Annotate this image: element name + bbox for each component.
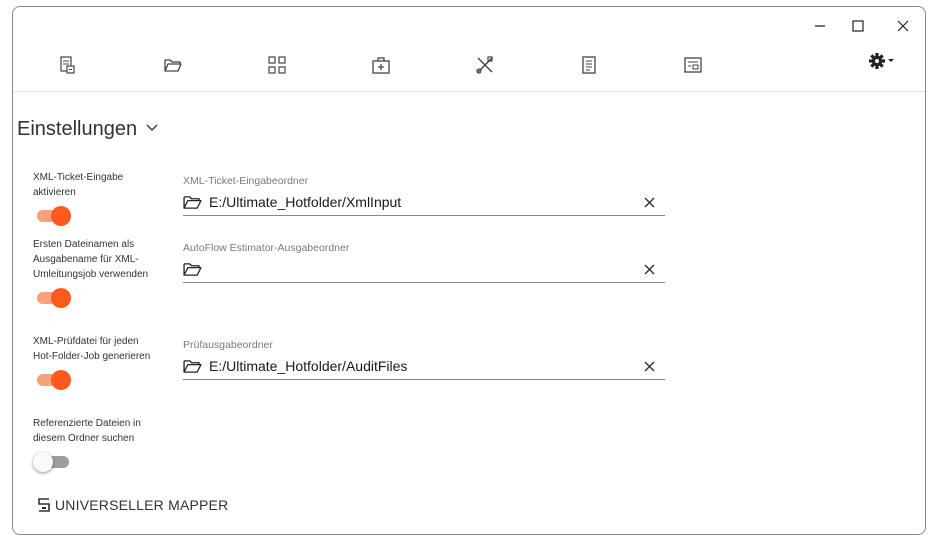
option-generate-audit-file: XML-Prüfdatei für jeden Hot-Folder-Job g… <box>33 334 153 392</box>
option-first-filename-output: Ersten Dateinamen als Ausgabename für XM… <box>33 237 153 310</box>
clear-icon[interactable] <box>639 356 659 376</box>
xml-ticket-input-folder-field: XML-Ticket-Eingabeordner E:/Ultimate_Hot… <box>183 175 665 216</box>
clear-icon[interactable] <box>639 192 659 212</box>
universal-mapper-button[interactable]: UNIVERSELLER MAPPER <box>37 497 228 513</box>
toolbar-divider <box>13 91 925 92</box>
chevron-down-icon[interactable] <box>145 118 159 141</box>
clear-icon[interactable] <box>639 259 659 279</box>
toggle-switch[interactable] <box>33 450 73 474</box>
tools-icon[interactable] <box>469 49 501 81</box>
folder-path-input[interactable]: E:/Ultimate_Hotfolder/XmlInput <box>209 194 639 210</box>
document-list-icon[interactable] <box>573 49 605 81</box>
option-search-referenced-files: Referenzierte Dateien in diesem Ordner s… <box>33 416 153 474</box>
gear-icon[interactable] <box>866 45 898 77</box>
option-xml-ticket-input: XML-Ticket-Eingabe aktivieren <box>33 170 153 228</box>
field-label: Prüfausgabeordner <box>183 339 273 351</box>
toggle-switch[interactable] <box>33 286 73 310</box>
ticket-icon[interactable] <box>51 49 83 81</box>
toggle-switch[interactable] <box>33 204 73 228</box>
audit-output-folder-field: Prüfausgabeordner E:/Ultimate_Hotfolder/… <box>183 339 665 380</box>
section-title: Einstellungen <box>17 118 138 140</box>
field-label: AutoFlow Estimator-Ausgabeordner <box>183 242 350 254</box>
folder-path-input[interactable]: E:/Ultimate_Hotfolder/AuditFiles <box>209 358 639 374</box>
app-window: Einstellungen XML-Ticket-Eingabe aktivie… <box>12 6 926 535</box>
mapper-icon <box>38 498 50 512</box>
section-header[interactable]: Einstellungen <box>17 118 159 141</box>
option-label: Referenzierte Dateien in diesem Ordner s… <box>33 418 141 444</box>
folder-open-icon[interactable] <box>183 358 203 374</box>
folder-open-icon[interactable] <box>183 194 203 210</box>
minimize-icon[interactable] <box>806 13 834 39</box>
toggle-switch[interactable] <box>33 368 73 392</box>
option-label: Ersten Dateinamen als Ausgabename für XM… <box>33 239 149 280</box>
mapper-label: UNIVERSELLER MAPPER <box>55 497 229 513</box>
autoflow-estimator-output-folder-field: AutoFlow Estimator-Ausgabeordner <box>183 242 665 283</box>
option-label: XML-Prüfdatei für jeden Hot-Folder-Job g… <box>33 336 151 362</box>
field-label: XML-Ticket-Eingabeordner <box>183 175 309 187</box>
folder-open-icon[interactable] <box>157 49 189 81</box>
close-icon[interactable] <box>889 13 917 39</box>
maximize-icon[interactable] <box>844 13 872 39</box>
folder-open-icon[interactable] <box>183 261 203 277</box>
toolbox-icon[interactable] <box>365 49 397 81</box>
document-card-icon[interactable] <box>677 49 709 81</box>
option-label: XML-Ticket-Eingabe aktivieren <box>33 172 124 198</box>
toolbar <box>13 45 925 91</box>
grid-icon[interactable] <box>261 49 293 81</box>
